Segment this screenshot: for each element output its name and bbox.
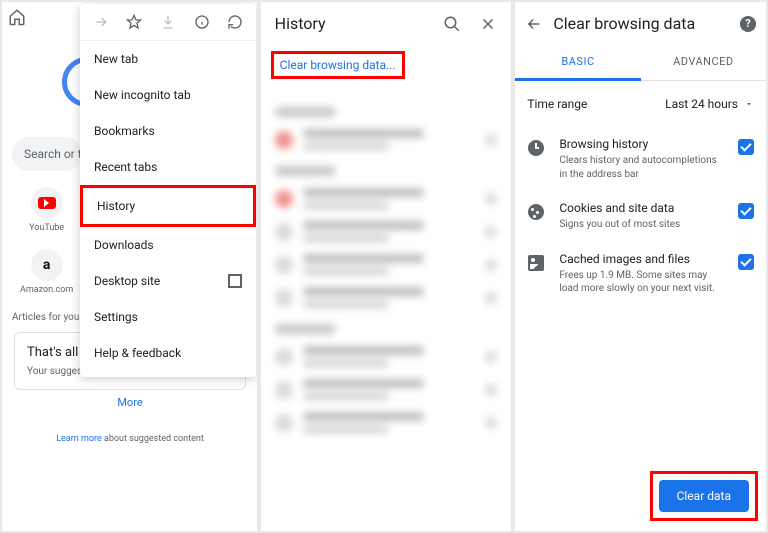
clear-browsing-data-link[interactable]: Clear browsing data... xyxy=(271,51,405,79)
menu-help[interactable]: Help & feedback xyxy=(80,335,256,371)
menu-bookmarks[interactable]: Bookmarks xyxy=(80,113,256,149)
help-icon[interactable]: ? xyxy=(740,16,756,32)
menu-top-row xyxy=(80,4,256,41)
checkbox-checked[interactable] xyxy=(738,254,754,270)
option-sub: Frees up 1.9 MB. Some sites may load mor… xyxy=(559,269,724,296)
clock-icon xyxy=(528,140,544,156)
amazon-icon: a xyxy=(43,257,51,273)
chevron-down-icon xyxy=(744,99,754,109)
checkbox-checked[interactable] xyxy=(738,139,754,155)
option-title: Cookies and site data xyxy=(559,201,724,215)
tab-advanced[interactable]: ADVANCED xyxy=(641,45,766,80)
cbd-tabs: BASIC ADVANCED xyxy=(515,45,766,81)
cbd-header: Clear browsing data ? xyxy=(515,2,766,45)
option-title: Browsing history xyxy=(559,137,724,151)
checkbox-checked[interactable] xyxy=(738,203,754,219)
home-icon[interactable] xyxy=(8,8,26,26)
info-icon[interactable] xyxy=(194,14,210,30)
search-input[interactable]: Search or ty xyxy=(12,137,82,171)
back-icon[interactable] xyxy=(525,15,543,33)
toolbar xyxy=(8,8,26,26)
shortcut-youtube[interactable]: YouTube xyxy=(20,187,73,233)
option-sub: Signs you out of most sites xyxy=(559,218,724,232)
time-range-row[interactable]: Time range Last 24 hours xyxy=(515,81,766,127)
menu-settings[interactable]: Settings xyxy=(80,299,256,335)
option-browsing-history[interactable]: Browsing history Clears history and auto… xyxy=(515,127,766,191)
youtube-icon xyxy=(38,197,56,209)
image-icon xyxy=(528,255,544,271)
shortcut-amazon[interactable]: a Amazon.com xyxy=(20,249,73,295)
option-cached[interactable]: Cached images and files Frees up 1.9 MB.… xyxy=(515,242,766,306)
option-title: Cached images and files xyxy=(559,252,724,266)
reload-icon[interactable] xyxy=(227,14,243,30)
clear-data-highlight: Clear data xyxy=(650,471,758,521)
time-range-label: Time range xyxy=(527,97,587,111)
clear-browsing-data-panel: Clear browsing data ? BASIC ADVANCED Tim… xyxy=(515,2,766,531)
shortcut-label: YouTube xyxy=(29,223,64,233)
cookie-icon xyxy=(528,204,544,220)
history-title: History xyxy=(275,14,326,33)
menu-history[interactable]: History xyxy=(80,185,256,227)
articles-header: Articles for you xyxy=(12,312,79,323)
history-list-blurred xyxy=(261,85,512,451)
history-panel: History Clear browsing data... xyxy=(261,2,512,531)
more-link[interactable]: More xyxy=(2,396,257,409)
learn-suffix: about suggested content xyxy=(102,434,204,444)
cbd-title: Clear browsing data xyxy=(553,14,730,33)
history-header: History xyxy=(261,2,512,45)
star-icon[interactable] xyxy=(126,14,142,30)
menu-recent-tabs[interactable]: Recent tabs xyxy=(80,149,256,185)
menu-new-incognito[interactable]: New incognito tab xyxy=(80,77,256,113)
overflow-menu: New tab New incognito tab Bookmarks Rece… xyxy=(80,4,256,377)
clear-data-button[interactable]: Clear data xyxy=(659,480,749,512)
close-icon[interactable] xyxy=(479,15,497,33)
learn-more-link[interactable]: Learn more xyxy=(56,434,102,444)
shortcut-label: Amazon.com xyxy=(20,285,73,295)
shortcuts: YouTube a Amazon.com xyxy=(20,187,73,311)
menu-desktop-site[interactable]: Desktop site xyxy=(80,263,256,299)
option-sub: Clears history and autocompletions in th… xyxy=(559,154,724,181)
chrome-home-panel: Search or ty YouTube a Amazon.com Articl… xyxy=(2,2,257,531)
menu-downloads[interactable]: Downloads xyxy=(80,227,256,263)
search-icon[interactable] xyxy=(443,15,461,33)
desktop-site-checkbox[interactable] xyxy=(228,274,242,288)
option-cookies[interactable]: Cookies and site data Signs you out of m… xyxy=(515,191,766,242)
download-icon[interactable] xyxy=(160,14,176,30)
menu-new-tab[interactable]: New tab xyxy=(80,41,256,77)
forward-icon[interactable] xyxy=(93,14,109,30)
tab-basic[interactable]: BASIC xyxy=(515,45,640,81)
learn-more-line: Learn more about suggested content xyxy=(2,434,257,444)
time-range-value[interactable]: Last 24 hours xyxy=(665,97,754,111)
